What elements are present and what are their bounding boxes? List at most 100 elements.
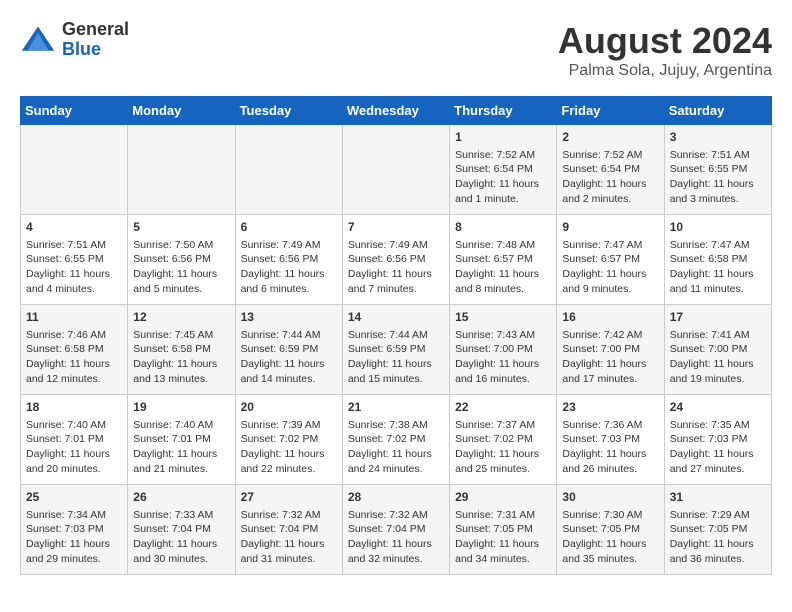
- day-info: Sunset: 6:58 PM: [26, 342, 122, 357]
- calendar-cell: 12Sunrise: 7:45 AMSunset: 6:58 PMDayligh…: [128, 305, 235, 395]
- day-info: and 4 minutes.: [26, 282, 122, 297]
- day-info: Daylight: 11 hours: [26, 357, 122, 372]
- day-info: Daylight: 11 hours: [562, 267, 658, 282]
- day-number: 15: [455, 309, 551, 326]
- day-number: 25: [26, 489, 122, 506]
- day-info: Daylight: 11 hours: [670, 177, 766, 192]
- day-info: Sunrise: 7:45 AM: [133, 328, 229, 343]
- day-info: Sunset: 7:03 PM: [562, 432, 658, 447]
- calendar-cell: 16Sunrise: 7:42 AMSunset: 7:00 PMDayligh…: [557, 305, 664, 395]
- day-info: Sunrise: 7:32 AM: [348, 508, 444, 523]
- day-info: and 21 minutes.: [133, 462, 229, 477]
- day-number: 13: [241, 309, 337, 326]
- day-number: 2: [562, 129, 658, 146]
- day-info: Sunset: 6:59 PM: [348, 342, 444, 357]
- day-info: and 7 minutes.: [348, 282, 444, 297]
- day-info: Daylight: 11 hours: [455, 447, 551, 462]
- day-info: Sunrise: 7:51 AM: [670, 148, 766, 163]
- day-info: and 12 minutes.: [26, 372, 122, 387]
- day-info: Daylight: 11 hours: [133, 357, 229, 372]
- calendar-cell: 10Sunrise: 7:47 AMSunset: 6:58 PMDayligh…: [664, 215, 771, 305]
- day-info: Daylight: 11 hours: [670, 537, 766, 552]
- day-info: and 22 minutes.: [241, 462, 337, 477]
- day-number: 20: [241, 399, 337, 416]
- day-info: Sunset: 7:02 PM: [348, 432, 444, 447]
- calendar-cell: 1Sunrise: 7:52 AMSunset: 6:54 PMDaylight…: [450, 125, 557, 215]
- day-info: and 27 minutes.: [670, 462, 766, 477]
- day-info: Daylight: 11 hours: [562, 447, 658, 462]
- calendar-cell: 14Sunrise: 7:44 AMSunset: 6:59 PMDayligh…: [342, 305, 449, 395]
- day-info: Sunset: 7:03 PM: [26, 522, 122, 537]
- day-info: Sunrise: 7:46 AM: [26, 328, 122, 343]
- day-number: 24: [670, 399, 766, 416]
- day-number: 3: [670, 129, 766, 146]
- day-info: Sunrise: 7:38 AM: [348, 418, 444, 433]
- day-info: Daylight: 11 hours: [670, 447, 766, 462]
- logo-general: General: [62, 20, 129, 40]
- day-info: Sunset: 6:54 PM: [562, 162, 658, 177]
- day-info: and 6 minutes.: [241, 282, 337, 297]
- calendar-cell: 2Sunrise: 7:52 AMSunset: 6:54 PMDaylight…: [557, 125, 664, 215]
- day-info: and 19 minutes.: [670, 372, 766, 387]
- calendar-week-3: 11Sunrise: 7:46 AMSunset: 6:58 PMDayligh…: [21, 305, 772, 395]
- day-info: Daylight: 11 hours: [348, 447, 444, 462]
- day-info: Sunset: 6:59 PM: [241, 342, 337, 357]
- logo-blue: Blue: [62, 40, 129, 60]
- day-info: Sunrise: 7:47 AM: [562, 238, 658, 253]
- day-info: Daylight: 11 hours: [133, 267, 229, 282]
- day-info: Sunrise: 7:52 AM: [455, 148, 551, 163]
- day-info: Sunrise: 7:31 AM: [455, 508, 551, 523]
- calendar-cell: 4Sunrise: 7:51 AMSunset: 6:55 PMDaylight…: [21, 215, 128, 305]
- calendar-cell: 13Sunrise: 7:44 AMSunset: 6:59 PMDayligh…: [235, 305, 342, 395]
- day-info: and 34 minutes.: [455, 552, 551, 567]
- day-number: 7: [348, 219, 444, 236]
- day-info: Daylight: 11 hours: [670, 357, 766, 372]
- calendar-cell: 19Sunrise: 7:40 AMSunset: 7:01 PMDayligh…: [128, 395, 235, 485]
- day-info: Sunset: 7:00 PM: [670, 342, 766, 357]
- day-header-tuesday: Tuesday: [235, 97, 342, 125]
- day-info: Daylight: 11 hours: [241, 537, 337, 552]
- calendar-week-1: 1Sunrise: 7:52 AMSunset: 6:54 PMDaylight…: [21, 125, 772, 215]
- day-number: 4: [26, 219, 122, 236]
- day-info: and 1 minute.: [455, 192, 551, 207]
- day-info: Sunrise: 7:39 AM: [241, 418, 337, 433]
- day-number: 28: [348, 489, 444, 506]
- month-title: August 2024: [558, 20, 772, 62]
- day-number: 14: [348, 309, 444, 326]
- day-info: Daylight: 11 hours: [455, 357, 551, 372]
- day-number: 27: [241, 489, 337, 506]
- day-info: Sunset: 6:56 PM: [241, 252, 337, 267]
- day-info: Sunset: 6:55 PM: [670, 162, 766, 177]
- day-number: 1: [455, 129, 551, 146]
- calendar-cell: 24Sunrise: 7:35 AMSunset: 7:03 PMDayligh…: [664, 395, 771, 485]
- day-header-sunday: Sunday: [21, 97, 128, 125]
- day-info: Daylight: 11 hours: [241, 447, 337, 462]
- day-info: and 2 minutes.: [562, 192, 658, 207]
- day-info: Daylight: 11 hours: [26, 267, 122, 282]
- day-info: Daylight: 11 hours: [562, 537, 658, 552]
- day-info: Sunrise: 7:29 AM: [670, 508, 766, 523]
- calendar-cell: [235, 125, 342, 215]
- day-info: Daylight: 11 hours: [562, 177, 658, 192]
- day-number: 12: [133, 309, 229, 326]
- day-info: and 35 minutes.: [562, 552, 658, 567]
- calendar-cell: 27Sunrise: 7:32 AMSunset: 7:04 PMDayligh…: [235, 485, 342, 575]
- day-info: Sunset: 7:02 PM: [455, 432, 551, 447]
- day-info: Sunset: 6:57 PM: [455, 252, 551, 267]
- day-info: Sunrise: 7:44 AM: [241, 328, 337, 343]
- calendar-cell: 9Sunrise: 7:47 AMSunset: 6:57 PMDaylight…: [557, 215, 664, 305]
- day-info: Sunrise: 7:40 AM: [133, 418, 229, 433]
- day-info: and 24 minutes.: [348, 462, 444, 477]
- day-number: 26: [133, 489, 229, 506]
- day-info: Sunrise: 7:41 AM: [670, 328, 766, 343]
- calendar-cell: [342, 125, 449, 215]
- day-info: Sunrise: 7:49 AM: [348, 238, 444, 253]
- day-info: Daylight: 11 hours: [670, 267, 766, 282]
- calendar-cell: 18Sunrise: 7:40 AMSunset: 7:01 PMDayligh…: [21, 395, 128, 485]
- day-info: Sunrise: 7:42 AM: [562, 328, 658, 343]
- calendar-cell: 17Sunrise: 7:41 AMSunset: 7:00 PMDayligh…: [664, 305, 771, 395]
- day-info: Daylight: 11 hours: [133, 447, 229, 462]
- day-number: 18: [26, 399, 122, 416]
- day-info: Sunset: 7:00 PM: [455, 342, 551, 357]
- day-info: Sunset: 7:01 PM: [26, 432, 122, 447]
